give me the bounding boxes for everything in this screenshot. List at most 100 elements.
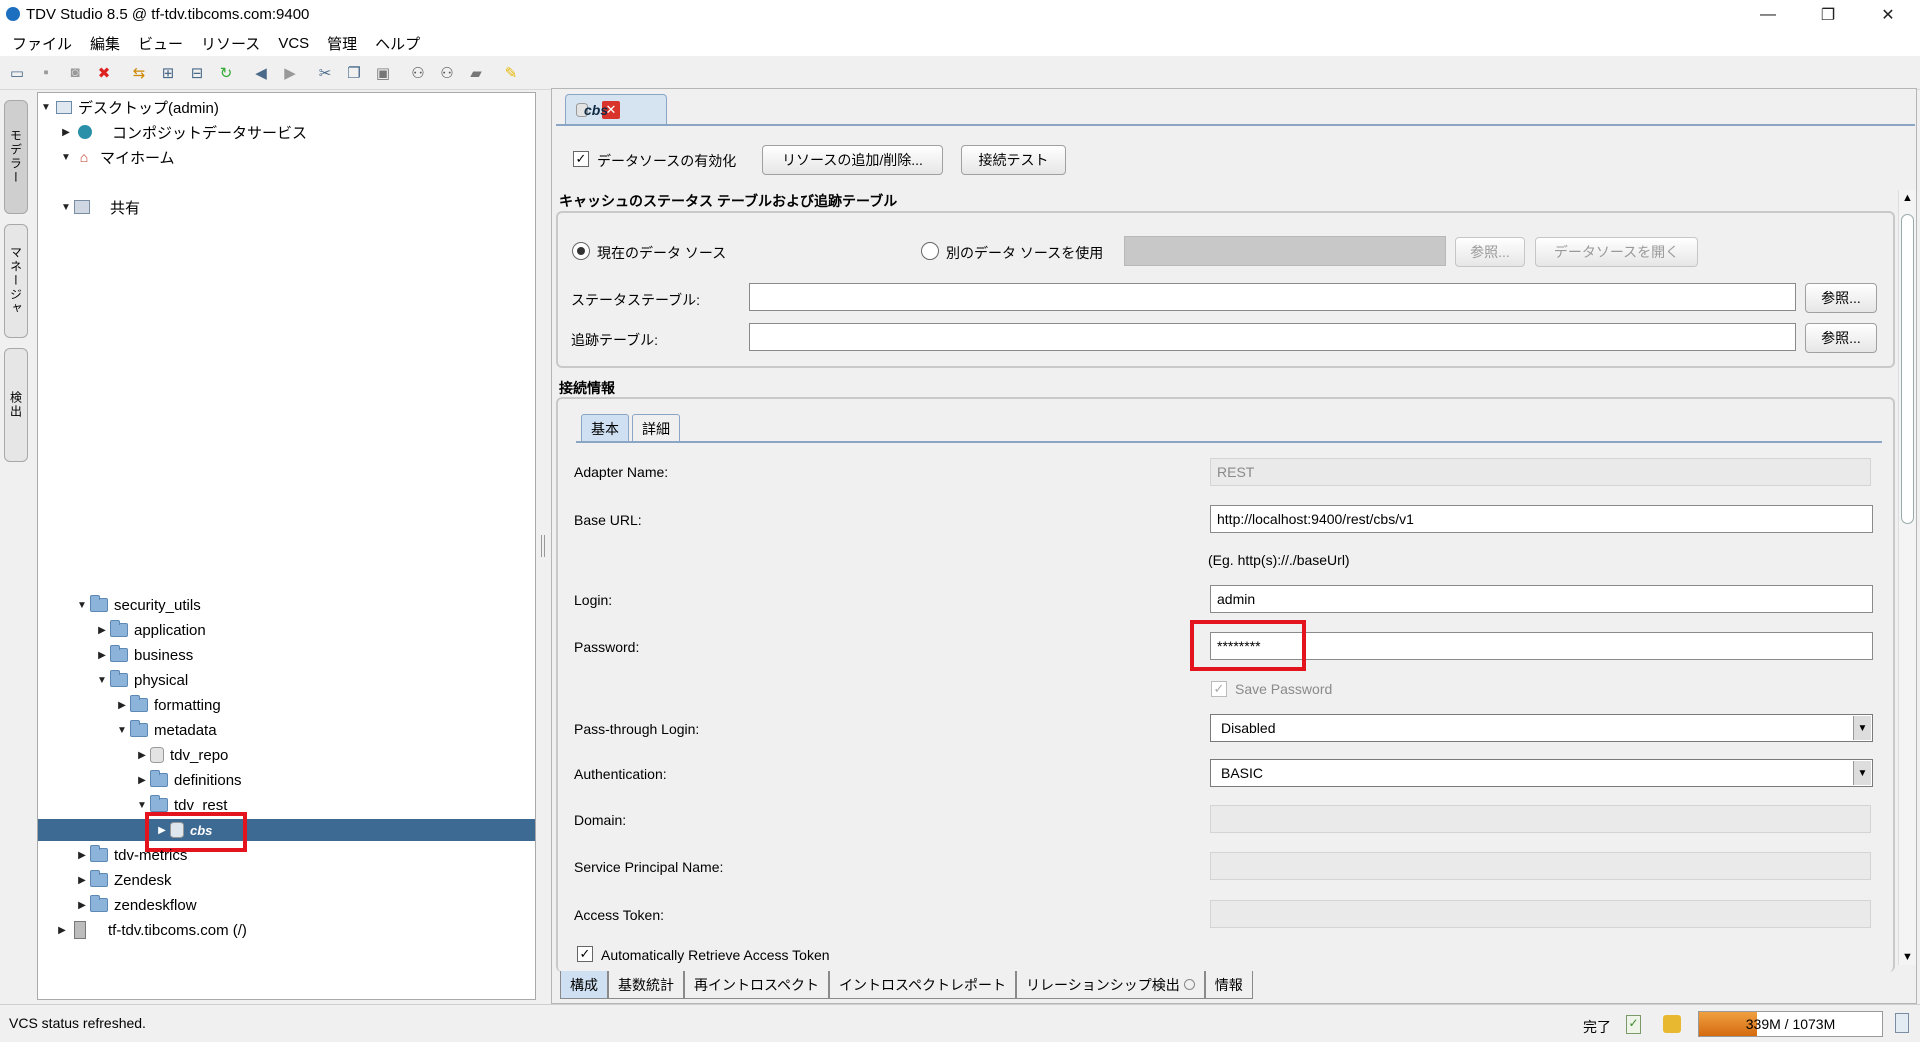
enable-datasource-checkbox[interactable]: ✓	[573, 151, 589, 167]
collapse-toggle-icon[interactable]: ▼	[58, 152, 74, 163]
tab-introspection-report[interactable]: イントロスペクトレポート	[829, 971, 1017, 999]
menu-edit[interactable]: 編集	[86, 31, 124, 56]
tree-node-security-utils[interactable]: ▼ security_utils	[74, 594, 201, 616]
note-icon[interactable]: ✎	[500, 62, 522, 84]
password-input[interactable]: ********	[1210, 632, 1873, 660]
tab-info[interactable]: 情報	[1204, 971, 1253, 999]
status-table-input[interactable]	[749, 283, 1796, 311]
tab-configuration[interactable]: 構成	[560, 971, 608, 999]
radio-current-datasource[interactable]	[572, 242, 590, 260]
expand-toggle-icon[interactable]: ▶	[74, 875, 90, 886]
delete-icon[interactable]: ✖	[93, 62, 115, 84]
side-tab-modeler[interactable]: モデラー	[4, 100, 28, 214]
menu-vcs[interactable]: VCS	[274, 33, 313, 54]
passthrough-login-select[interactable]: Disabled ▼	[1210, 714, 1873, 742]
tree-node-desktop[interactable]: ▼ デスクトップ(admin)	[38, 96, 219, 118]
bookmark-icon[interactable]: ▰	[465, 62, 487, 84]
expand-toggle-icon[interactable]: ▶	[74, 900, 90, 911]
scroll-thumb[interactable]	[1901, 214, 1914, 524]
memory-usage-bar[interactable]: 339M / 1073M	[1698, 1011, 1883, 1037]
editor-tab-cbs[interactable]: cbs ✕	[565, 94, 667, 124]
tree-node-business[interactable]: ▶ business	[94, 644, 193, 666]
auto-retrieve-token-checkbox[interactable]: ✓	[577, 946, 593, 962]
collapse-toggle-icon[interactable]: ▼	[58, 202, 74, 213]
move-icon[interactable]: ⇆	[128, 62, 150, 84]
tree-node-composite[interactable]: ▶ コンポジットデータサービス	[58, 121, 307, 143]
subtab-basic[interactable]: 基本	[581, 414, 629, 442]
paste-icon[interactable]: ▣	[372, 62, 394, 84]
menu-admin[interactable]: 管理	[323, 31, 361, 56]
side-tab-manager[interactable]: マネージャ	[4, 224, 28, 338]
open-icon[interactable]: ▭	[6, 62, 28, 84]
close-window-button[interactable]: ✕	[1863, 0, 1913, 30]
menu-help[interactable]: ヘルプ	[371, 31, 424, 56]
collapse-toggle-icon[interactable]: ▼	[94, 675, 110, 686]
expand-toggle-icon[interactable]: ▶	[54, 925, 70, 936]
add-remove-resources-button[interactable]: リソースの追加/削除...	[762, 145, 943, 175]
browse-datasource-button[interactable]: 参照...	[1455, 237, 1525, 267]
dropdown-arrow-icon[interactable]: ▼	[1853, 716, 1871, 740]
tab-reintrospect[interactable]: 再イントロスペクト	[684, 971, 830, 999]
expand-toggle-icon[interactable]: ▶	[94, 650, 110, 661]
save-all-icon[interactable]: ◙	[64, 62, 86, 84]
tree-node-zendesk[interactable]: ▶ Zendesk	[74, 869, 172, 891]
browse-status-table-button[interactable]: 参照...	[1805, 283, 1877, 313]
subtab-advanced[interactable]: 詳細	[632, 414, 680, 442]
menu-view[interactable]: ビュー	[134, 31, 187, 56]
save-password-checkbox[interactable]: ✓	[1211, 681, 1227, 697]
scroll-up-icon[interactable]: ▲	[1902, 192, 1913, 204]
tree-node-myhome[interactable]: ▼ ⌂ マイホーム	[58, 146, 175, 168]
cut-icon[interactable]: ✂	[314, 62, 336, 84]
menu-file[interactable]: ファイル	[8, 31, 76, 56]
expand-toggle-icon[interactable]: ▶	[134, 750, 150, 761]
scroll-down-icon[interactable]: ▼	[1902, 951, 1913, 963]
refresh-icon[interactable]: ↻	[215, 62, 237, 84]
tab-cardinality-stats[interactable]: 基数統計	[608, 971, 684, 999]
menu-resource[interactable]: リソース	[197, 31, 264, 56]
back-icon[interactable]: ◀	[250, 62, 272, 84]
collapse-toggle-icon[interactable]: ▼	[38, 102, 54, 113]
tree-node-application[interactable]: ▶ application	[94, 619, 206, 641]
expand-toggle-icon[interactable]: ▶	[94, 625, 110, 636]
tab-relationship-discovery[interactable]: リレーションシップ検出	[1016, 971, 1205, 999]
tree-node-tdv-metrics[interactable]: ▶ tdv-metrics	[74, 844, 187, 866]
tree-node-formatting[interactable]: ▶ formatting	[114, 694, 221, 716]
collapse-toggle-icon[interactable]: ▼	[134, 800, 150, 811]
expand-toggle-icon[interactable]: ▶	[58, 127, 74, 138]
minimize-button[interactable]: —	[1743, 0, 1793, 30]
tree-node-zendeskflow[interactable]: ▶ zendeskflow	[74, 894, 197, 916]
tree-node-definitions[interactable]: ▶ definitions	[134, 769, 242, 791]
browse-tracking-table-button[interactable]: 参照...	[1805, 323, 1877, 353]
base-url-input[interactable]: http://localhost:9400/rest/cbs/v1	[1210, 505, 1873, 533]
expand-icon[interactable]: ⊞	[157, 62, 179, 84]
tree-node-tdv-repo[interactable]: ▶ tdv_repo	[134, 744, 228, 766]
tree-node-cbs[interactable]: ▶ cbs	[38, 819, 535, 841]
tracking-table-input[interactable]	[749, 323, 1796, 351]
side-tab-discovery[interactable]: 検出	[4, 348, 28, 462]
tree-node-metadata[interactable]: ▼ metadata	[114, 719, 217, 741]
copy-icon[interactable]: ❐	[343, 62, 365, 84]
dropdown-arrow-icon[interactable]: ▼	[1853, 761, 1871, 785]
authentication-select[interactable]: BASIC ▼	[1210, 759, 1873, 787]
panel-splitter[interactable]	[541, 535, 545, 557]
collapse-icon[interactable]: ⊟	[186, 62, 208, 84]
find-icon[interactable]: ⚇	[407, 62, 429, 84]
expand-toggle-icon[interactable]: ▶	[74, 850, 90, 861]
collapse-toggle-icon[interactable]: ▼	[74, 600, 90, 611]
tree-node-physical[interactable]: ▼ physical	[94, 669, 188, 691]
restore-button[interactable]: ❐	[1803, 0, 1853, 30]
save-icon[interactable]: ▪	[35, 62, 57, 84]
forward-icon[interactable]: ▶	[279, 62, 301, 84]
expand-toggle-icon[interactable]: ▶	[114, 700, 130, 711]
test-connection-button[interactable]: 接続テスト	[961, 145, 1066, 175]
editor-scrollbar[interactable]: ▲ ▼	[1898, 190, 1916, 965]
collapse-toggle-icon[interactable]: ▼	[114, 725, 130, 736]
gc-icon[interactable]	[1895, 1013, 1909, 1033]
login-input[interactable]: admin	[1210, 585, 1873, 613]
open-datasource-button[interactable]: データソースを開く	[1535, 237, 1698, 267]
find-next-icon[interactable]: ⚇	[436, 62, 458, 84]
tree-node-shared[interactable]: ▼ 共有	[58, 196, 140, 218]
radio-other-datasource[interactable]	[921, 242, 939, 260]
expand-toggle-icon[interactable]: ▶	[134, 775, 150, 786]
tree-node-server[interactable]: ▶ tf-tdv.tibcoms.com (/)	[54, 919, 247, 941]
